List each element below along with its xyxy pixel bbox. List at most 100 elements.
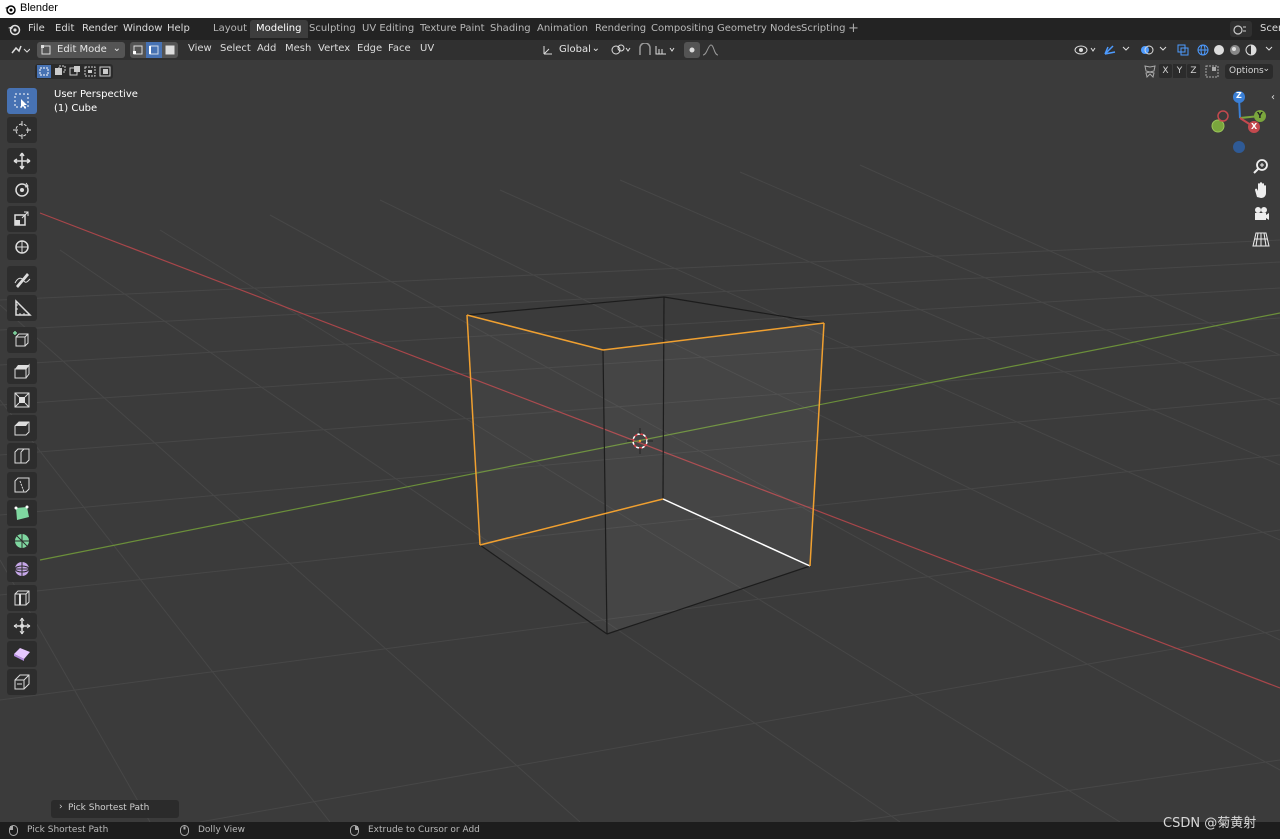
edge-select-button[interactable]	[146, 42, 162, 58]
falloff-curve-icon[interactable]	[702, 43, 724, 57]
mirror-z-toggle[interactable]: Z	[1187, 64, 1200, 78]
tab-shading[interactable]: Shading	[484, 20, 537, 38]
tool-measure[interactable]	[7, 295, 37, 321]
xray-toggle[interactable]	[1174, 42, 1192, 58]
overlays-toggle[interactable]	[1138, 42, 1156, 58]
edge-select-icon	[149, 45, 159, 55]
proportional-edit-toggle[interactable]	[684, 42, 700, 58]
tab-sculpting[interactable]: Sculpting	[303, 20, 362, 38]
navigation-gizmo[interactable]	[1211, 91, 1266, 153]
tool-extrude-region[interactable]	[7, 358, 37, 384]
tool-rotate[interactable]	[7, 177, 37, 203]
menu-add[interactable]: Add	[257, 43, 276, 54]
knife-icon	[14, 477, 30, 493]
mode-selector[interactable]: Edit Mode ⌄	[37, 42, 125, 58]
transform-orientation-dropdown[interactable]: Global ⌄	[540, 42, 603, 58]
tool-add-cube[interactable]	[7, 327, 37, 353]
zoom-magnifier-icon[interactable]	[1250, 155, 1272, 177]
wireframe-shading-icon[interactable]	[1197, 44, 1209, 56]
sidebar-toggle-chevron-icon[interactable]: ‹	[1271, 92, 1275, 103]
tool-select-box[interactable]	[7, 88, 37, 114]
tool-annotate[interactable]	[7, 266, 37, 292]
menu-select[interactable]: Select	[220, 43, 251, 54]
face-select-button[interactable]	[162, 42, 178, 58]
tab-animation[interactable]: Animation	[531, 20, 594, 38]
neg-y-axis-handle	[1211, 119, 1225, 133]
material-shading-icon[interactable]	[1229, 44, 1241, 56]
inset-faces-icon	[14, 392, 30, 408]
3d-viewport[interactable]: User Perspective (1) Cube Z Y X	[0, 60, 1280, 822]
blender-menu-icon[interactable]	[7, 22, 21, 36]
gizmo-toggle[interactable]	[1101, 42, 1119, 58]
cube-mesh[interactable]	[466, 296, 825, 635]
editor-type-icon[interactable]	[7, 42, 33, 58]
menu-uv[interactable]: UV	[420, 43, 434, 54]
tab-compositing[interactable]: Compositing	[645, 20, 720, 38]
snap-target-icon[interactable]	[654, 43, 680, 57]
menu-help[interactable]: Help	[167, 23, 190, 34]
chevron-down-icon[interactable]	[1264, 44, 1274, 54]
snap-icon[interactable]	[637, 43, 653, 57]
tab-texture-paint[interactable]: Texture Paint	[414, 20, 491, 38]
tab-modeling[interactable]: Modeling	[250, 20, 308, 38]
select-invert-icon[interactable]	[83, 65, 97, 78]
auto-merge-icon[interactable]	[1205, 65, 1219, 78]
tool-poly-build[interactable]	[7, 500, 37, 526]
tool-loop-cut[interactable]	[7, 443, 37, 469]
tab-layout[interactable]: Layout	[207, 20, 253, 38]
select-subtract-icon[interactable]	[68, 65, 82, 78]
pan-hand-icon[interactable]	[1250, 179, 1272, 201]
mirror-butterfly-icon[interactable]	[1143, 65, 1157, 78]
scene-selector-icon[interactable]	[1230, 21, 1252, 37]
scene-name[interactable]: Scen	[1260, 23, 1280, 34]
select-extend-icon[interactable]	[53, 65, 67, 78]
tab-uv-editing[interactable]: UV Editing	[356, 20, 420, 38]
tab-geometry-nodes[interactable]: Geometry Nodes	[711, 20, 807, 38]
menu-mesh[interactable]: Mesh	[285, 43, 311, 54]
tool-knife[interactable]	[7, 472, 37, 498]
menu-edit[interactable]: Edit	[55, 23, 74, 34]
tool-shear[interactable]	[7, 641, 37, 667]
proportional-edit-icon	[689, 47, 695, 53]
tab-rendering[interactable]: Rendering	[589, 20, 652, 38]
tool-scale[interactable]	[7, 206, 37, 232]
chevron-down-icon: ⌄	[112, 43, 121, 54]
tool-smooth[interactable]	[7, 556, 37, 582]
menu-face[interactable]: Face	[388, 43, 411, 54]
tab-scripting[interactable]: Scripting	[795, 20, 851, 38]
visibility-eye-icon[interactable]	[1073, 43, 1099, 57]
chevron-down-icon[interactable]	[1158, 44, 1168, 54]
tool-cursor[interactable]	[7, 117, 37, 143]
tool-inset-faces[interactable]	[7, 387, 37, 413]
vertex-select-button[interactable]	[130, 42, 146, 58]
rendered-shading-icon[interactable]	[1245, 44, 1257, 56]
solid-shading-icon[interactable]	[1213, 44, 1225, 56]
tool-edge-slide[interactable]	[7, 585, 37, 611]
mirror-x-toggle[interactable]: X	[1159, 64, 1172, 78]
last-operator-panel[interactable]: › Pick Shortest Path	[51, 800, 179, 818]
menu-file[interactable]: File	[28, 23, 45, 34]
camera-view-icon[interactable]	[1250, 203, 1272, 225]
menu-edge[interactable]: Edge	[357, 43, 382, 54]
annotate-pencil-icon	[14, 273, 31, 288]
tool-rip-region[interactable]	[7, 669, 37, 695]
tool-move[interactable]	[7, 148, 37, 174]
tool-spin[interactable]	[7, 528, 37, 554]
add-workspace-icon[interactable]: +	[848, 21, 859, 36]
menu-view[interactable]: View	[188, 43, 212, 54]
chevron-down-icon[interactable]	[1121, 44, 1131, 54]
perspective-label: User Perspective	[54, 89, 138, 100]
menu-vertex[interactable]: Vertex	[318, 43, 350, 54]
pivot-point-icon[interactable]	[610, 43, 632, 57]
tool-bevel[interactable]	[7, 415, 37, 441]
perspective-grid-icon[interactable]	[1250, 228, 1272, 250]
menu-window[interactable]: Window	[123, 23, 162, 34]
tool-shrink-fatten[interactable]	[7, 613, 37, 639]
menu-render[interactable]: Render	[82, 23, 118, 34]
select-new-icon[interactable]	[37, 65, 51, 78]
viewport-scene[interactable]	[0, 60, 1280, 822]
tool-transform[interactable]	[7, 234, 37, 260]
options-dropdown[interactable]: Options ⌄	[1225, 64, 1273, 79]
mirror-y-toggle[interactable]: Y	[1173, 64, 1186, 78]
select-intersect-icon[interactable]	[98, 65, 112, 78]
